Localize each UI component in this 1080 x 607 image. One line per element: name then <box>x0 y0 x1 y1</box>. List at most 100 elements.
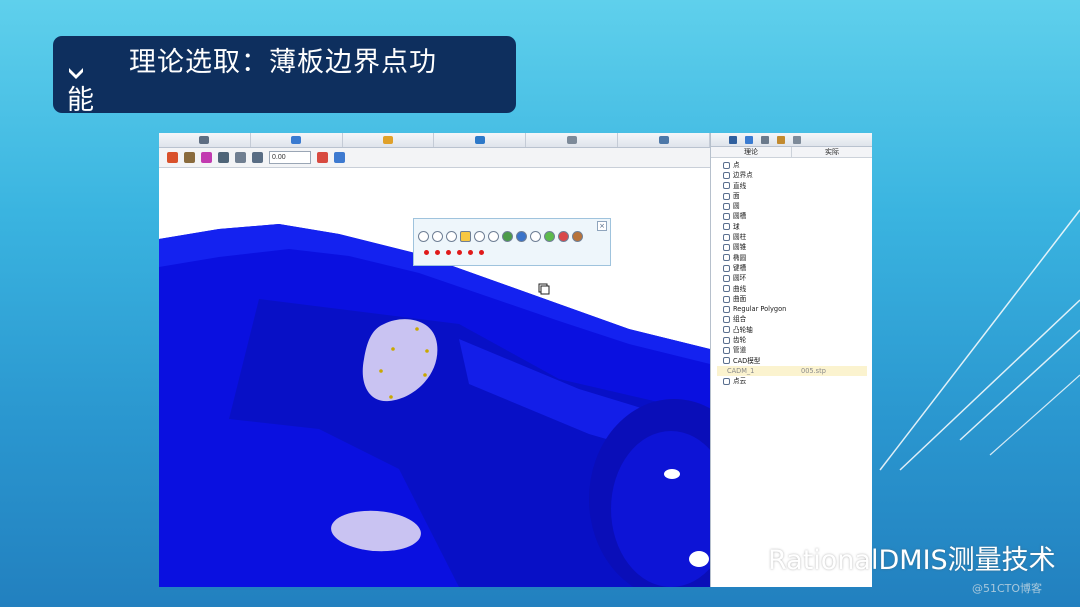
feature-tree: 点 边界点 直线 面 圆 圆槽 球 圆柱 圆锥 椭圆 键槽 圆环 曲线 曲面 R… <box>717 160 867 387</box>
slot-icon <box>723 264 730 272</box>
point-dot <box>457 250 462 255</box>
tree-item-circle-slot[interactable]: 圆槽 <box>717 211 867 221</box>
feature-tab-icon[interactable] <box>729 135 737 144</box>
circle-slot-icon <box>723 213 730 221</box>
gear-icon <box>723 336 730 344</box>
lock-tool-icon[interactable] <box>502 231 513 242</box>
tree-item-point-cloud[interactable]: 点云 <box>717 376 867 386</box>
tree-item-circle[interactable]: 圆 <box>717 201 867 211</box>
boundary-point-toolbar: × <box>413 218 611 266</box>
site-tag: @51CTO博客 <box>972 582 1043 595</box>
point-cloud-icon <box>723 377 730 385</box>
camshaft-icon <box>723 326 730 334</box>
tree-item-camshaft[interactable]: 凸轮轴 <box>717 325 867 335</box>
edit-tool-icon[interactable] <box>572 231 583 242</box>
tree-item-combine[interactable]: 组合 <box>717 314 867 324</box>
tab-icon-5[interactable] <box>793 135 801 144</box>
rect-tool-icon[interactable] <box>474 231 485 242</box>
tree-item-edge-point[interactable]: 边界点 <box>717 170 867 180</box>
tool-row <box>418 231 583 242</box>
ellipse-icon <box>723 254 730 262</box>
eraser-tool-icon[interactable] <box>558 231 569 242</box>
tree-item-pipe[interactable]: 管道 <box>717 345 867 355</box>
line-tool-icon[interactable] <box>418 231 429 242</box>
tab-icon-3[interactable] <box>761 135 769 144</box>
pipe-icon <box>723 346 730 354</box>
point-dot <box>479 250 484 255</box>
line-icon <box>723 182 730 190</box>
tree-item-ellipse[interactable]: 椭圆 <box>717 253 867 263</box>
tree-item-torus[interactable]: 圆环 <box>717 273 867 283</box>
curve-icon <box>723 285 730 293</box>
slide-title: 理论选取：薄板边界点功 <box>129 47 437 78</box>
cursor-icon <box>538 283 550 295</box>
circle-icon <box>723 202 730 210</box>
point-dot <box>424 250 429 255</box>
tree-item-cylinder[interactable]: 圆柱 <box>717 232 867 242</box>
tab-icon-4[interactable] <box>777 135 785 144</box>
cad-viewport[interactable]: × <box>159 169 710 587</box>
point-dot <box>435 250 440 255</box>
zoom-icon[interactable] <box>235 152 246 163</box>
feature-tree-panel: 理论 实际 点 边界点 直线 面 圆 圆槽 球 圆柱 圆锥 椭圆 键槽 圆环 曲… <box>710 133 872 587</box>
globe-tool-icon[interactable] <box>516 231 527 242</box>
tab-icon-2[interactable] <box>745 135 753 144</box>
rect2-tool-icon[interactable] <box>488 231 499 242</box>
cad-child-label: CADM_1 <box>727 366 755 375</box>
slide-title-box: 理论选取：薄板边界点功 能 <box>53 36 516 116</box>
cone-icon <box>723 244 730 252</box>
tree-item-slot[interactable]: 键槽 <box>717 263 867 273</box>
tree-item-plane[interactable]: 面 <box>717 191 867 201</box>
circle-tool-icon[interactable] <box>432 231 443 242</box>
ribbon-tabs <box>159 133 710 148</box>
view-eye-icon[interactable] <box>184 152 195 163</box>
tree-item-line[interactable]: 直线 <box>717 181 867 191</box>
tree-item-curve[interactable]: 曲线 <box>717 284 867 294</box>
slide-title-wrap: 能 <box>67 85 94 116</box>
target-tool-icon[interactable] <box>530 231 541 242</box>
cad-child-file: 005.stp <box>801 366 826 375</box>
offset-input[interactable]: 0.00 <box>269 151 311 164</box>
edge-point-icon <box>723 171 730 179</box>
color-icon[interactable] <box>201 152 212 163</box>
view-toolbar: 0.00 <box>159 148 710 168</box>
ribbon-tab-1[interactable] <box>159 133 251 147</box>
cad-model-icon <box>723 357 730 365</box>
tree-item-cad-child[interactable]: CADM_1 005.stp <box>717 365 867 377</box>
panel-tabs <box>711 133 872 147</box>
axis-icon[interactable] <box>167 152 178 163</box>
check-tool-icon[interactable] <box>544 231 555 242</box>
ribbon-tab-4[interactable] <box>434 133 527 147</box>
circle2-tool-icon[interactable] <box>446 231 457 242</box>
torus-icon <box>723 274 730 282</box>
tree-item-polygon[interactable]: Regular Polygon <box>717 304 867 314</box>
tree-item-cad-model[interactable]: CAD模型 <box>717 356 867 366</box>
combine-icon <box>723 316 730 324</box>
slot-tool-icon[interactable] <box>460 231 471 242</box>
col-theory-header: 理论 <box>711 147 792 157</box>
wechat-icon <box>720 546 761 574</box>
ribbon-tab-2[interactable] <box>251 133 343 147</box>
tree-item-sphere[interactable]: 球 <box>717 222 867 232</box>
cylinder-icon <box>723 233 730 241</box>
col-actual-header: 实际 <box>792 147 872 157</box>
tree-item-surface[interactable]: 曲面 <box>717 294 867 304</box>
tree-item-gear[interactable]: 齿轮 <box>717 335 867 345</box>
crosshair-icon[interactable] <box>317 152 328 163</box>
ribbon-tab-5[interactable] <box>526 133 619 147</box>
surface-icon <box>723 295 730 303</box>
point-dot <box>446 250 451 255</box>
tree-item-cone[interactable]: 圆锥 <box>717 242 867 252</box>
tree-item-point[interactable]: 点 <box>717 160 867 170</box>
camera-icon[interactable] <box>218 152 229 163</box>
point-icon <box>723 161 730 169</box>
polygon-icon <box>723 305 730 313</box>
selected-points-indicator <box>424 250 484 255</box>
section-icon[interactable] <box>252 152 263 163</box>
layer-icon[interactable] <box>334 152 345 163</box>
close-icon[interactable]: × <box>597 221 607 231</box>
ribbon-tab-6[interactable] <box>618 133 710 147</box>
ribbon-tab-3[interactable] <box>343 133 435 147</box>
sphere-icon <box>723 223 730 231</box>
brand-watermark: RationalDMIS测量技术 <box>768 545 1056 576</box>
